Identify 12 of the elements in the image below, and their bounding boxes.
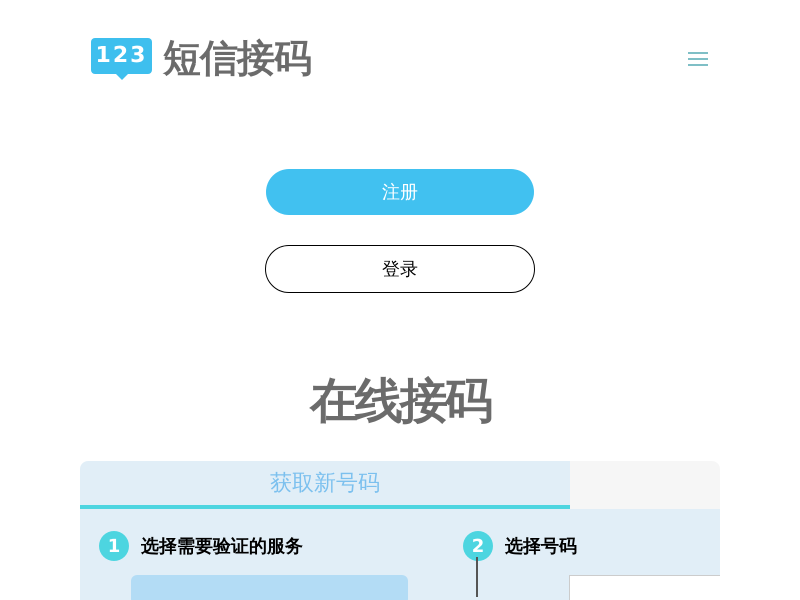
- login-button[interactable]: 登录: [265, 245, 535, 293]
- step-title: 选择号码: [505, 535, 577, 558]
- logo-text: 短信接码: [163, 35, 311, 82]
- step-title: 选择需要验证的服务: [141, 535, 303, 558]
- register-button[interactable]: 注册: [266, 169, 534, 215]
- section-heading: 在线接码: [308, 372, 492, 431]
- tab[interactable]: 获取新号码: [80, 461, 570, 509]
- step-number: 2: [463, 531, 493, 561]
- divider-line: [476, 557, 478, 597]
- menu-icon[interactable]: [688, 52, 708, 66]
- step-number: 1: [99, 531, 129, 561]
- service-field[interactable]: [131, 575, 408, 600]
